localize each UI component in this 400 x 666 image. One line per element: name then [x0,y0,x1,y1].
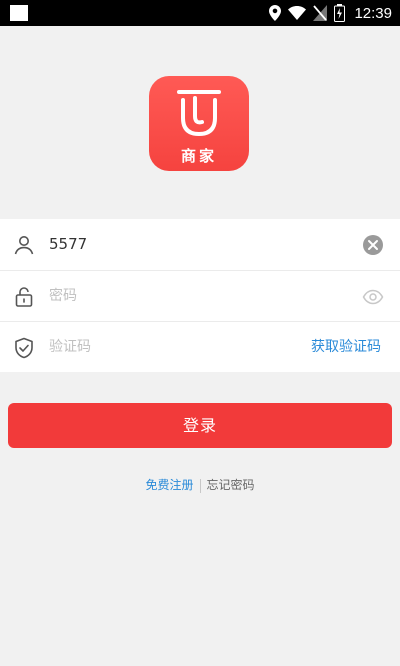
code-row: 验证码 获取验证码 [0,321,400,373]
no-signal-icon [313,5,328,21]
logo-mark-icon [177,90,221,137]
wifi-icon [288,6,307,20]
shield-check-icon [15,337,33,359]
link-divider [199,478,201,493]
battery-icon [334,4,346,22]
lock-icon [15,287,33,307]
forgot-password-link[interactable]: 忘记密码 [207,478,255,492]
username-row: 5577 [0,219,400,270]
password-input[interactable]: 密码 [49,271,77,322]
status-icons: 12:39 [269,0,392,26]
notification-icon [10,5,28,21]
location-icon [269,5,282,21]
status-bar: 12:39 [0,0,400,26]
app-logo: 商家 [149,76,249,171]
login-form: 5577 密码 验证码 获取验证码 [0,219,400,372]
password-row: 密码 [0,270,400,322]
logo-text: 商家 [180,147,217,165]
clear-icon[interactable] [362,234,384,256]
get-code-button[interactable]: 获取验证码 [311,322,381,373]
username-input[interactable]: 5577 [49,219,87,270]
status-time: 12:39 [354,4,392,22]
code-input[interactable]: 验证码 [49,322,91,373]
eye-icon[interactable] [362,286,384,308]
register-link[interactable]: 免费注册 [145,478,193,492]
login-button[interactable]: 登录 [8,403,392,448]
user-icon [14,236,34,255]
bottom-links: 免费注册 忘记密码 [0,476,400,494]
